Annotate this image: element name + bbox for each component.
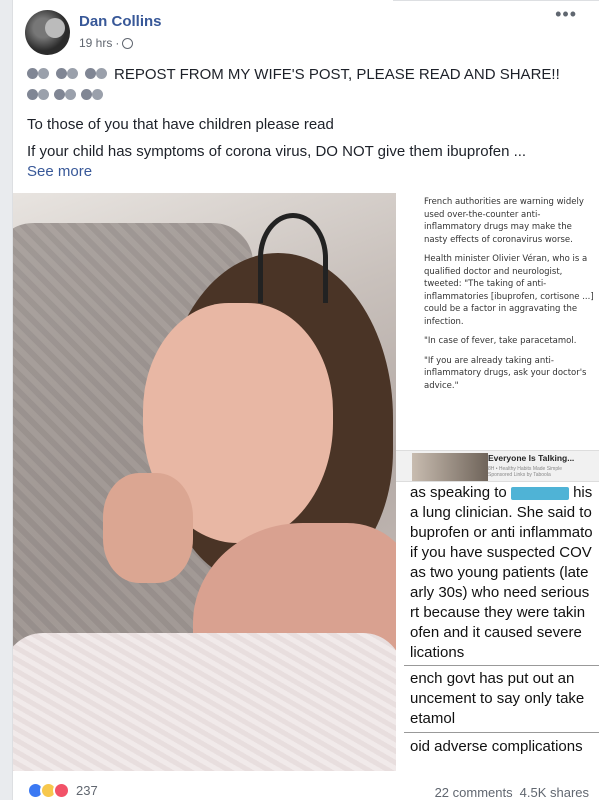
time-separator: · bbox=[115, 36, 120, 50]
blanket bbox=[13, 633, 396, 771]
crying-face-icon bbox=[85, 67, 109, 83]
post-line-2: To those of you that have children pleas… bbox=[27, 116, 334, 133]
globe-icon bbox=[122, 37, 134, 49]
post-time[interactable]: 19 hrs bbox=[79, 36, 112, 50]
crying-face-icon bbox=[81, 88, 105, 104]
reactions-summary[interactable]: 237 bbox=[27, 782, 98, 799]
crying-face-icon bbox=[27, 67, 51, 83]
ad-thumbnail bbox=[412, 453, 488, 481]
crying-face-icon bbox=[27, 88, 51, 104]
message-fragment: his bbox=[573, 484, 593, 501]
message-fragment: as speaking to bbox=[410, 484, 507, 501]
author-name[interactable]: Dan Collins bbox=[79, 13, 162, 30]
message-line: rt because they were takin bbox=[410, 604, 586, 621]
reaction-count: 237 bbox=[76, 783, 98, 798]
crying-face-icon bbox=[56, 67, 80, 83]
message-line: as two young patients (late bbox=[410, 564, 589, 581]
message-line: as speaking to his bbox=[410, 484, 592, 501]
post-line-1: REPOST FROM MY WIFE'S POST, PLEASE READ … bbox=[27, 66, 560, 83]
ad-title: Everyone Is Talking... bbox=[488, 453, 575, 463]
comments-count[interactable]: 22 comments bbox=[435, 785, 513, 800]
more-options-icon[interactable]: ••• bbox=[555, 4, 577, 25]
see-more-link[interactable]: See more bbox=[27, 163, 92, 180]
message-line: lications bbox=[410, 644, 465, 661]
redaction-mark bbox=[510, 486, 569, 500]
message-line: oid adverse complications bbox=[410, 738, 583, 755]
post-meta: 19 hrs · bbox=[79, 36, 134, 50]
article-paragraph: "In case of fever, take paracetamol. bbox=[424, 336, 577, 346]
message-line: arly 30s) who need serious bbox=[410, 584, 590, 601]
message-line: ofen and it caused severe bbox=[410, 624, 582, 641]
post-headline: REPOST FROM MY WIFE'S POST, PLEASE READ … bbox=[114, 66, 560, 83]
crying-face-icon bbox=[54, 88, 78, 104]
message-line: if you have suspected COV bbox=[410, 544, 592, 561]
zoomed-message-screenshot: as speaking to his a lung clinician. She… bbox=[396, 482, 599, 771]
divider bbox=[404, 732, 599, 733]
message-line: uncement to say only take bbox=[410, 690, 585, 707]
message-line: a lung clinician. She said to bbox=[410, 504, 592, 521]
shares-count[interactable]: 4.5K shares bbox=[520, 785, 589, 800]
hand bbox=[103, 473, 193, 583]
message-line: buprofen or anti inflammato bbox=[410, 524, 593, 541]
post-line-3: If your child has symptoms of corona vir… bbox=[27, 143, 527, 160]
ad-sponsor: Sponsored Links by Taboola bbox=[488, 472, 551, 478]
article-paragraph: "If you are already taking anti-inflamma… bbox=[424, 355, 587, 391]
post-card: Dan Collins 19 hrs · ••• REPOST FROM MY … bbox=[12, 0, 599, 800]
message-line: etamol bbox=[410, 710, 456, 727]
author-avatar[interactable] bbox=[25, 10, 70, 55]
love-reaction-icon bbox=[53, 782, 70, 799]
news-article-screenshot: French authorities are warning widely us… bbox=[396, 193, 599, 450]
article-paragraph: Health minister Olivier Véran, who is a … bbox=[424, 254, 594, 327]
screenshot-collage: French authorities are warning widely us… bbox=[396, 193, 599, 771]
message-line: ench govt has put out an bbox=[410, 670, 575, 687]
article-paragraph: French authorities are warning widely us… bbox=[424, 197, 584, 245]
hairband bbox=[258, 213, 328, 303]
child-photo bbox=[13, 193, 396, 771]
post-emoji-row bbox=[27, 88, 105, 104]
post-photo[interactable]: French authorities are warning widely us… bbox=[13, 193, 599, 771]
engagement-stats: 22 comments 4.5K shares bbox=[435, 785, 589, 800]
sponsored-ad: Everyone Is Talking... 8H • Healthy Habi… bbox=[396, 450, 599, 482]
divider bbox=[404, 665, 599, 666]
ad-subtitle: 8H • Healthy Habits Made Simple Sponsore… bbox=[488, 466, 598, 478]
